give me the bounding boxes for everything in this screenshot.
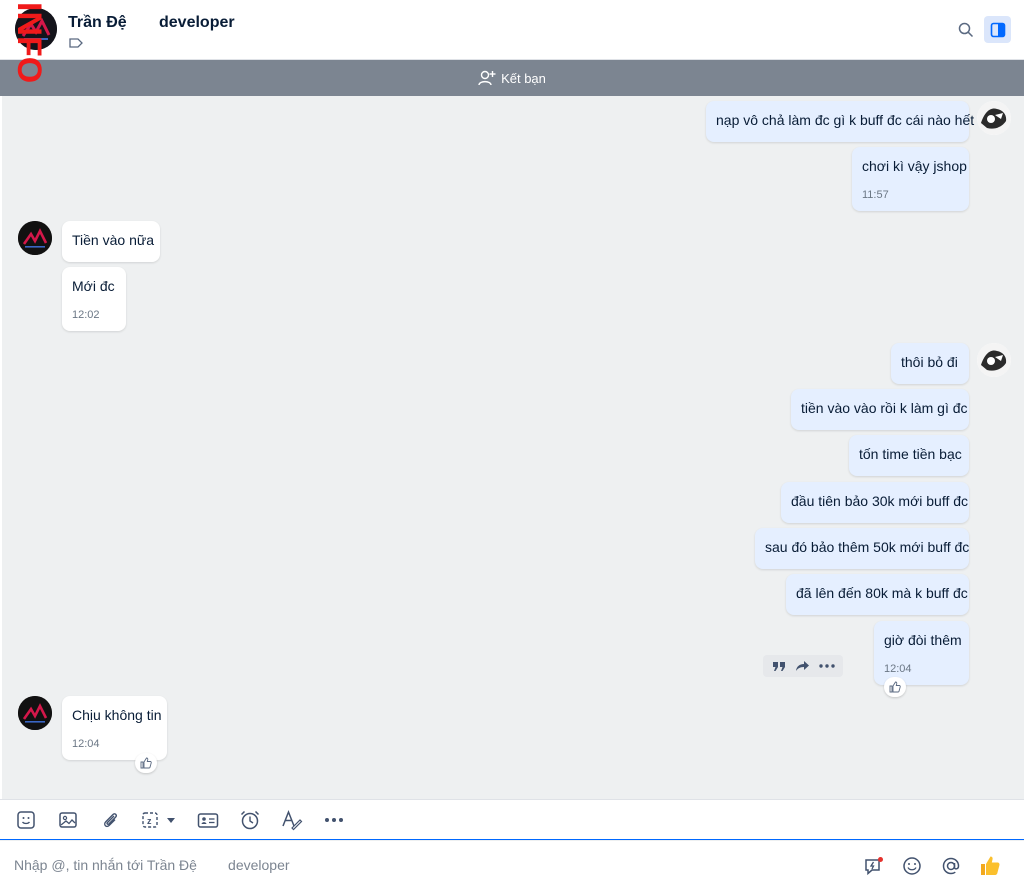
message-bubble[interactable]: tốn time tiền bạc bbox=[849, 435, 969, 476]
message-bubble[interactable]: đầu tiên bảo 30k mới buff đc bbox=[781, 482, 969, 523]
contact-card-icon bbox=[197, 813, 219, 828]
contact-name[interactable]: Trần Đệ bbox=[68, 14, 127, 32]
sticker-button[interactable] bbox=[15, 809, 37, 831]
message-bubble[interactable]: Chịu không tin 12:04 bbox=[62, 696, 167, 760]
screenshot-button[interactable]: z bbox=[141, 809, 179, 831]
message-text: giờ đòi thêm bbox=[884, 632, 962, 648]
message-list[interactable]: nạp vô chả làm đc gì k buff đc cái nào h… bbox=[0, 96, 1024, 799]
sketch-avatar-icon bbox=[977, 343, 1011, 377]
alarm-clock-icon bbox=[240, 810, 260, 830]
toggle-info-panel-button[interactable] bbox=[984, 16, 1011, 43]
message-bubble[interactable]: Tiền vào nữa bbox=[62, 221, 160, 262]
message-bubble[interactable]: sau đó bảo thêm 50k mới buff đc bbox=[755, 528, 969, 569]
quick-message-button[interactable] bbox=[862, 854, 886, 878]
chat-header: Trần Đệ developer bbox=[0, 0, 1024, 60]
contact-card-button[interactable] bbox=[197, 809, 219, 831]
more-icon bbox=[325, 818, 343, 822]
message-text: Mới đc bbox=[72, 278, 115, 294]
message-text: đầu tiên bảo 30k mới buff đc bbox=[791, 493, 969, 509]
my-avatar[interactable] bbox=[977, 343, 1011, 377]
message-text: chơi kì vậy jshop bbox=[862, 158, 967, 174]
message-bubble[interactable]: Mới đc 12:02 bbox=[62, 267, 126, 331]
thumbs-up-emoji-icon bbox=[981, 856, 1000, 875]
message-bubble[interactable]: chơi kì vậy jshop 11:57 bbox=[852, 147, 969, 211]
emoji-icon bbox=[903, 857, 921, 875]
screenshot-icon: z bbox=[142, 812, 175, 828]
message-time: 11:57 bbox=[862, 189, 889, 201]
image-button[interactable] bbox=[57, 809, 79, 831]
reminder-button[interactable] bbox=[239, 809, 261, 831]
at-sign-icon bbox=[942, 857, 960, 875]
message-bubble[interactable]: tiền vào vào rồi k làm gì đc bbox=[791, 389, 969, 430]
message-time: 12:04 bbox=[884, 663, 912, 675]
message-text: đã lên đến 80k mà k buff đc bbox=[796, 585, 968, 601]
message-time: 12:04 bbox=[72, 738, 100, 750]
text-format-icon bbox=[282, 809, 303, 831]
text-format-button[interactable] bbox=[281, 809, 303, 831]
my-avatar[interactable] bbox=[977, 101, 1011, 135]
message-text: sau đó bảo thêm 50k mới buff đc bbox=[765, 539, 970, 555]
forward-icon[interactable] bbox=[795, 660, 810, 672]
quote-icon[interactable] bbox=[772, 660, 786, 672]
add-friend-label: Kết bạn bbox=[501, 70, 546, 86]
add-friend-icon bbox=[478, 70, 496, 86]
contact-avatar-small[interactable] bbox=[18, 696, 52, 730]
attach-file-button[interactable] bbox=[99, 809, 121, 831]
composer bbox=[0, 841, 1024, 889]
tag-icon[interactable] bbox=[69, 38, 83, 48]
message-time: 12:02 bbox=[72, 309, 100, 321]
composer-toolbar: z bbox=[0, 799, 1024, 840]
add-friend-bar[interactable]: Kết bạn bbox=[0, 60, 1024, 96]
thumbs-up-icon bbox=[889, 681, 901, 693]
like-reaction-button[interactable] bbox=[135, 753, 157, 773]
message-bubble[interactable]: thôi bỏ đi bbox=[891, 343, 969, 384]
contact-logo-icon bbox=[18, 696, 52, 730]
like-reaction-button[interactable] bbox=[884, 677, 906, 697]
emoji-button[interactable] bbox=[900, 854, 924, 878]
paperclip-icon bbox=[104, 813, 117, 828]
mention-button[interactable] bbox=[939, 854, 963, 878]
sticker-icon bbox=[17, 811, 35, 829]
message-bubble[interactable]: giờ đòi thêm 12:04 bbox=[874, 621, 969, 685]
message-input[interactable] bbox=[14, 853, 834, 877]
info-watermark: INFO bbox=[12, 2, 46, 83]
message-text: tốn time tiền bạc bbox=[859, 446, 962, 462]
svg-text:INFO: INFO bbox=[12, 2, 46, 83]
message-text: Chịu không tin bbox=[72, 707, 162, 723]
more-icon[interactable] bbox=[818, 664, 835, 668]
side-panel-icon bbox=[990, 22, 1005, 37]
message-bubble[interactable]: nạp vô chả làm đc gì k buff đc cái nào h… bbox=[706, 101, 974, 142]
svg-text:z: z bbox=[147, 816, 152, 826]
contact-avatar-small[interactable] bbox=[18, 221, 52, 255]
thumbs-up-icon bbox=[140, 757, 152, 769]
image-icon bbox=[59, 812, 77, 828]
search-icon bbox=[958, 22, 974, 38]
quick-message-icon bbox=[865, 857, 883, 876]
message-text: thôi bỏ đi bbox=[901, 354, 958, 370]
contact-role: developer bbox=[159, 14, 235, 31]
send-like-button[interactable] bbox=[978, 854, 1002, 878]
more-options-button[interactable] bbox=[323, 809, 345, 831]
message-text: Tiền vào nữa bbox=[72, 232, 155, 248]
message-actions bbox=[763, 655, 843, 677]
message-text: tiền vào vào rồi k làm gì đc bbox=[801, 400, 968, 416]
search-button[interactable] bbox=[954, 18, 978, 42]
contact-logo-icon bbox=[18, 221, 52, 255]
message-text: nạp vô chả làm đc gì k buff đc cái nào h… bbox=[716, 112, 975, 128]
sketch-avatar-icon bbox=[977, 101, 1011, 135]
message-bubble[interactable]: đã lên đến 80k mà k buff đc bbox=[786, 574, 969, 615]
